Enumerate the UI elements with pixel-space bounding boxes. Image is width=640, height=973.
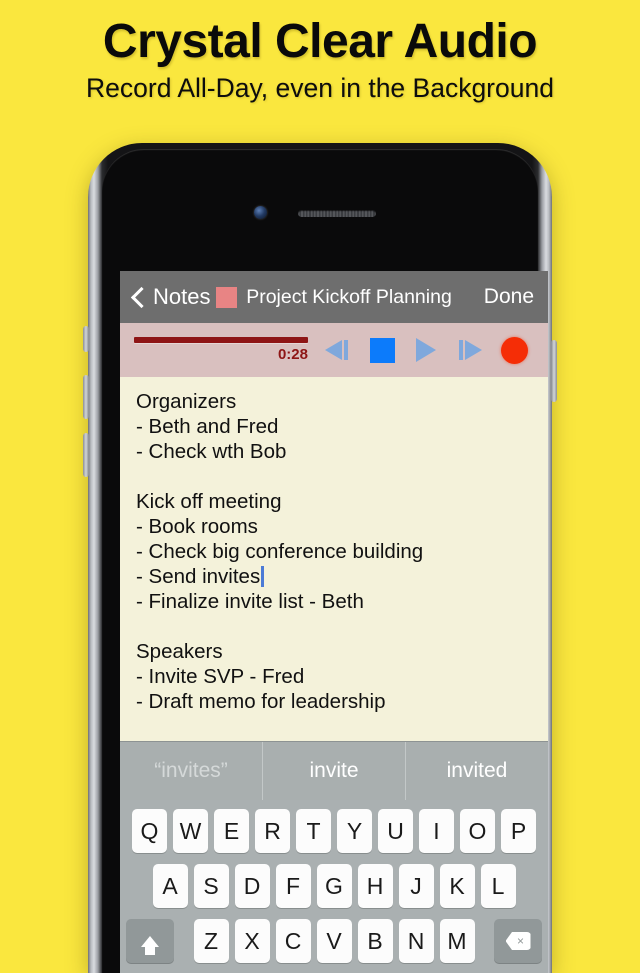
keyboard-row-3-letters: ZXCVBNM: [193, 919, 475, 963]
key-g[interactable]: G: [316, 864, 352, 908]
volume-down-button[interactable]: [83, 433, 89, 477]
key-q[interactable]: Q: [132, 809, 167, 853]
key-x[interactable]: X: [234, 919, 270, 963]
key-c[interactable]: C: [275, 919, 311, 963]
key-s[interactable]: S: [193, 864, 229, 908]
chevron-left-icon: [130, 286, 153, 308]
note-color-chip-icon: [216, 286, 238, 308]
note-line: - Send invites: [136, 564, 532, 589]
step-backward-icon: [325, 338, 351, 362]
promo-header: Crystal Clear Audio Record All-Day, even…: [0, 0, 640, 132]
key-u[interactable]: U: [378, 809, 413, 853]
key-l[interactable]: L: [480, 864, 516, 908]
shift-icon: [141, 935, 159, 955]
front-camera-icon: [254, 206, 267, 219]
play-button[interactable]: [404, 330, 448, 370]
phone-bezel: Notes Project Kickoff Planning Done 0:28: [102, 149, 548, 973]
mute-switch-button[interactable]: [83, 326, 89, 352]
key-n[interactable]: N: [398, 919, 434, 963]
step-forward-button[interactable]: [448, 330, 492, 370]
audio-elapsed-time: 0:28: [277, 346, 308, 363]
suggestion-item[interactable]: invite: [262, 742, 405, 800]
suggestion-item[interactable]: invited: [405, 742, 548, 800]
note-line: - Draft memo for leadership: [136, 690, 386, 713]
key-r[interactable]: R: [255, 809, 290, 853]
phone-device: Notes Project Kickoff Planning Done 0:28: [83, 143, 557, 973]
record-icon: [500, 336, 528, 364]
note-text-editor[interactable]: Organizers - Beth and Fred - Check wth Bob…: [120, 377, 548, 741]
note-line: - Finalize invite list - Beth: [136, 590, 364, 613]
key-i[interactable]: I: [419, 809, 454, 853]
key-m[interactable]: M: [439, 919, 475, 963]
note-line: [136, 714, 532, 739]
on-screen-keyboard: QWERTYUIOP ASDFGHJKL ZXCVBNM ×: [120, 800, 548, 973]
delete-glyph: ×: [516, 934, 524, 948]
stop-icon: [369, 337, 395, 363]
delete-icon: ×: [505, 932, 531, 950]
promo-subtitle: Record All-Day, even in the Background: [86, 72, 554, 103]
key-t[interactable]: T: [296, 809, 331, 853]
key-b[interactable]: B: [357, 919, 393, 963]
done-button[interactable]: Done: [484, 285, 534, 309]
key-p[interactable]: P: [501, 809, 536, 853]
note-title: Project Kickoff Planning: [246, 285, 452, 308]
back-button-label: Notes: [153, 284, 211, 309]
key-w[interactable]: W: [173, 809, 208, 853]
key-v[interactable]: V: [316, 919, 352, 963]
key-f[interactable]: F: [275, 864, 311, 908]
note-line: Speakers: [136, 640, 223, 663]
key-j[interactable]: J: [398, 864, 434, 908]
promo-title: Crystal Clear Audio: [102, 15, 538, 68]
key-h[interactable]: H: [357, 864, 393, 908]
navigation-bar: Notes Project Kickoff Planning Done: [120, 271, 548, 323]
note-line: - Book rooms: [136, 515, 258, 538]
keyboard-row-3: ZXCVBNM ×: [123, 919, 545, 963]
back-to-notes-button[interactable]: Notes: [130, 284, 211, 310]
key-z[interactable]: Z: [193, 919, 229, 963]
note-line: Memo: [136, 739, 532, 741]
text-caret: [261, 566, 265, 587]
note-line: Kick off meeting: [136, 490, 282, 513]
key-e[interactable]: E: [214, 809, 249, 853]
key-d[interactable]: D: [234, 864, 270, 908]
key-a[interactable]: A: [152, 864, 188, 908]
audio-playback-toolbar: 0:28: [120, 323, 548, 377]
shift-key[interactable]: [126, 919, 174, 963]
key-y[interactable]: Y: [337, 809, 372, 853]
note-line: [136, 464, 532, 489]
note-line: Organizers: [136, 390, 237, 413]
phone-screen: Notes Project Kickoff Planning Done 0:28: [120, 271, 548, 973]
record-button[interactable]: [492, 330, 536, 370]
stop-button[interactable]: [360, 330, 404, 370]
keyboard-row-1: QWERTYUIOP: [123, 809, 545, 853]
volume-up-button[interactable]: [83, 375, 89, 419]
key-o[interactable]: O: [460, 809, 495, 853]
play-icon: [416, 338, 436, 362]
audio-progress-group: 0:28: [134, 337, 308, 363]
keyboard-row-2: ASDFGHJKL: [123, 864, 545, 908]
power-button[interactable]: [551, 340, 557, 402]
key-k[interactable]: K: [439, 864, 475, 908]
delete-key[interactable]: ×: [494, 919, 542, 963]
step-backward-button[interactable]: [316, 330, 360, 370]
earpiece-speaker-icon: [298, 210, 376, 217]
audio-progress-slider[interactable]: [134, 337, 308, 343]
note-line: - Check big conference building: [136, 540, 424, 563]
suggestion-item[interactable]: “invites”: [120, 742, 262, 800]
note-line: - Invite SVP - Fred: [136, 665, 305, 688]
step-forward-icon: [457, 338, 483, 362]
autocomplete-suggestion-bar: “invites” invite invited: [120, 741, 548, 800]
note-line: - Beth and Fred: [136, 415, 279, 438]
note-line: [136, 614, 532, 639]
note-line: - Check wth Bob: [136, 440, 287, 463]
